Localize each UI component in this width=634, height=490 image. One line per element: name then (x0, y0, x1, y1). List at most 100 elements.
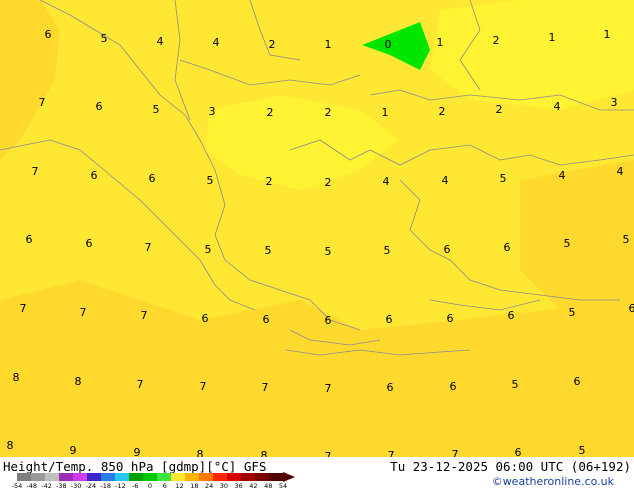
value-label: 6 (149, 172, 156, 185)
value-label: 4 (383, 175, 390, 188)
value-label: 2 (493, 34, 500, 47)
colorbar-arrow (283, 472, 295, 482)
colorbar-tick-label: -24 (85, 482, 97, 490)
colorbar-segment (45, 473, 60, 481)
colorbar-segment (227, 473, 242, 481)
value-label: 2 (269, 38, 276, 51)
value-label: 6 (263, 313, 270, 326)
value-label: 1 (325, 38, 332, 51)
colorbar-segment (115, 473, 130, 481)
value-label: 6 (574, 375, 581, 388)
value-label: 7 (325, 382, 332, 395)
value-label: 5 (101, 32, 108, 45)
value-label: 3 (611, 96, 618, 109)
map-viewer: 6 5 4 4 2 1 0 1 2 1 1 7 6 5 3 2 2 1 2 2 … (0, 0, 634, 490)
temperature-map: 6 5 4 4 2 1 0 1 2 1 1 7 6 5 3 2 2 1 2 2 … (0, 0, 634, 490)
value-label: 7 (200, 380, 207, 393)
colorbar-tick-label: 6 (162, 482, 167, 490)
colorbar-segment (87, 473, 102, 481)
colorbar-segment (129, 473, 144, 481)
value-label: 4 (554, 100, 561, 113)
colorbar-tick-label: -42 (41, 482, 52, 490)
value-label: 6 (629, 302, 634, 315)
colorbar-tick-label: 48 (264, 482, 273, 490)
colorbar-tick-label: -12 (115, 482, 126, 490)
colorbar-segment (31, 473, 46, 481)
colorbar-tick-label: 0 (147, 482, 153, 490)
value-label: 6 (504, 241, 511, 254)
colorbar-segment (185, 473, 200, 481)
colorbar-segment (241, 473, 256, 481)
colorbar-tick-label: 18 (190, 482, 199, 490)
value-label: 6 (96, 100, 103, 113)
colorbar-segment (59, 473, 74, 481)
value-label: 5 (564, 237, 571, 250)
value-label: 5 (153, 103, 160, 116)
colorbar-segment (213, 473, 228, 481)
value-label: 2 (325, 176, 332, 189)
colorbar-segment (255, 473, 270, 481)
value-label: 2 (496, 103, 503, 116)
colorbar-tick-label: 36 (234, 482, 243, 490)
value-label: 6 (447, 312, 454, 325)
value-label: 5 (500, 172, 507, 185)
value-label: 8 (7, 439, 14, 452)
value-label: 7 (145, 241, 152, 254)
value-label: 4 (617, 165, 624, 178)
colorbar-tick-label: -30 (70, 482, 82, 490)
colorbar-segment (17, 473, 32, 481)
colorbar-ticks: -54 -48 -42 -38 -30 -24 -18 -12 -6 0 6 12 18 24 30 36 42… (12, 482, 297, 490)
value-label: 5 (569, 306, 576, 319)
value-label: 8 (13, 371, 20, 384)
value-label: 9 (70, 444, 77, 457)
value-label: 7 (39, 96, 46, 109)
credit-link[interactable]: ©weatheronline.co.uk (492, 475, 614, 488)
colorbar-tick-label: 24 (204, 482, 214, 490)
value-label: 7 (137, 378, 144, 391)
colorbar-segment (269, 473, 284, 481)
value-label: 5 (265, 244, 272, 257)
value-label: 5 (623, 233, 630, 246)
value-label: 6 (325, 314, 332, 327)
value-label: 6 (450, 380, 457, 393)
value-label: 6 (444, 243, 451, 256)
value-label: 7 (262, 381, 269, 394)
value-label: 4 (213, 36, 220, 49)
colorbar-tick-label: -6 (131, 482, 139, 490)
value-label: 6 (86, 237, 93, 250)
value-label: 6 (91, 169, 98, 182)
colorbar-segment (143, 473, 158, 481)
value-label: 6 (508, 309, 515, 322)
colorbar-tick-label: -38 (56, 482, 67, 490)
value-label: 5 (579, 444, 586, 457)
value-label: 2 (267, 106, 274, 119)
valid-time: Tu 23-12-2025 06:00 UTC (06+192) (390, 459, 631, 474)
colorbar (17, 472, 295, 482)
value-label: 2 (325, 106, 332, 119)
value-label: 7 (32, 165, 39, 178)
value-label: 8 (75, 375, 82, 388)
value-label: 2 (266, 175, 273, 188)
value-label: 6 (202, 312, 209, 325)
value-label: 5 (512, 378, 519, 391)
value-label: 7 (141, 309, 148, 322)
colorbar-tick-label: 42 (249, 482, 258, 490)
value-label: 6 (45, 28, 52, 41)
colorbar-tick-label: 12 (175, 482, 184, 490)
value-label: 5 (205, 243, 212, 256)
value-label: 6 (387, 381, 394, 394)
value-label: 4 (442, 174, 449, 187)
colorbar-segment (199, 473, 214, 481)
value-label: 3 (209, 105, 216, 118)
value-label: 1 (604, 28, 611, 41)
value-label: 4 (157, 35, 164, 48)
colorbar-segment (157, 473, 172, 481)
value-label: 7 (20, 302, 27, 315)
colorbar-tick-label: 30 (219, 482, 229, 490)
colorbar-tick-label: 54 (278, 482, 288, 490)
colorbar-segment (101, 473, 116, 481)
colorbar-tick-label: -54 (11, 482, 23, 490)
colorbar-segment (171, 473, 186, 481)
value-label: 5 (207, 174, 214, 187)
value-label: 1 (437, 36, 444, 49)
